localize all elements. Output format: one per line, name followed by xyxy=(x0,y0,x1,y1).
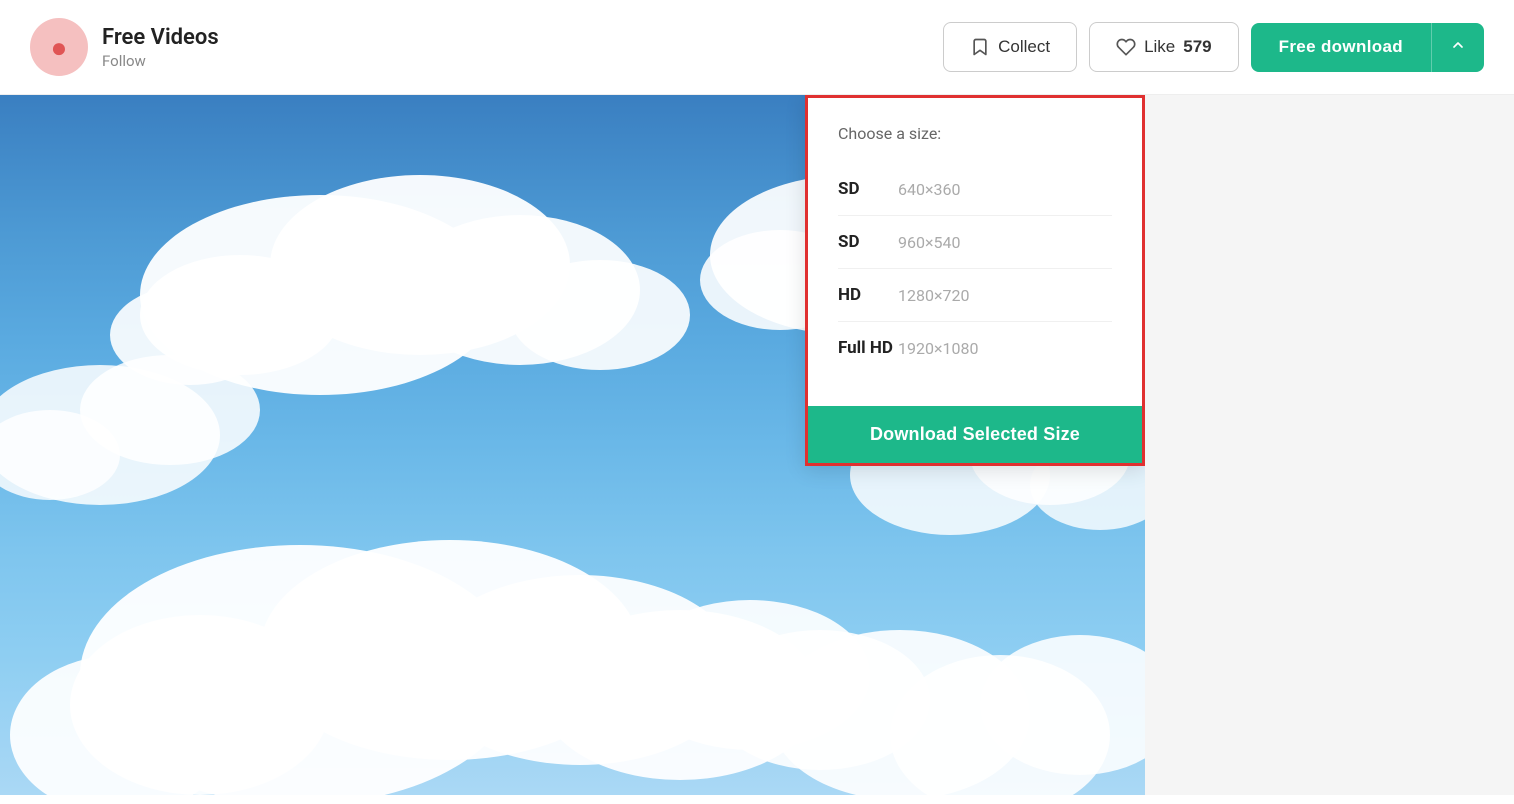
size-option-hd-720[interactable]: HD 1280×720 xyxy=(838,269,1112,321)
heart-icon xyxy=(1116,37,1136,57)
size-option-sd-540[interactable]: SD 960×540 xyxy=(838,216,1112,268)
download-dropdown-arrow-button[interactable] xyxy=(1431,23,1484,72)
size-dropdown-panel: Choose a size: SD 640×360 SD 960×540 HD xyxy=(805,95,1145,466)
size-quality-sd2: SD xyxy=(838,232,898,252)
size-option-fullhd-1080[interactable]: Full HD 1920×1080 xyxy=(838,322,1112,374)
size-quality-sd1: SD xyxy=(838,179,898,199)
collect-label: Collect xyxy=(998,37,1050,57)
choose-size-label: Choose a size: xyxy=(838,124,1112,143)
free-download-button[interactable]: Free download xyxy=(1251,23,1431,72)
user-name: Free Videos xyxy=(102,25,219,50)
size-resolution-fullhd: 1920×1080 xyxy=(898,339,978,358)
user-avatar-icon: ● xyxy=(51,31,68,64)
user-info: ● Free Videos Follow xyxy=(30,18,943,76)
size-quality-fullhd: Full HD xyxy=(838,338,898,358)
main-content: Choose a size: SD 640×360 SD 960×540 HD xyxy=(0,95,1514,795)
header: ● Free Videos Follow Collect Like 579 Fr… xyxy=(0,0,1514,95)
header-actions: Collect Like 579 Free download xyxy=(943,22,1484,72)
size-option-sd-360[interactable]: SD 640×360 xyxy=(838,163,1112,215)
video-area: Choose a size: SD 640×360 SD 960×540 HD xyxy=(0,95,1145,795)
collect-button[interactable]: Collect xyxy=(943,22,1077,72)
chevron-up-icon xyxy=(1450,37,1466,53)
bookmark-icon xyxy=(970,37,990,57)
download-selected-size-button[interactable]: Download Selected Size xyxy=(808,406,1142,463)
size-options: SD 640×360 SD 960×540 HD 1280×720 xyxy=(838,163,1112,374)
size-resolution-sd1: 640×360 xyxy=(898,180,961,199)
dropdown-inner: Choose a size: SD 640×360 SD 960×540 HD xyxy=(808,98,1142,398)
sidebar-area xyxy=(1145,95,1514,795)
avatar: ● xyxy=(30,18,88,76)
size-resolution-hd: 1280×720 xyxy=(898,286,969,305)
like-count: 579 xyxy=(1183,37,1211,57)
like-button[interactable]: Like 579 xyxy=(1089,22,1239,72)
size-resolution-sd2: 960×540 xyxy=(898,233,961,252)
download-group: Free download xyxy=(1251,23,1484,72)
user-text: Free Videos Follow xyxy=(102,25,219,70)
like-label: Like xyxy=(1144,37,1175,57)
follow-label[interactable]: Follow xyxy=(102,52,219,70)
size-quality-hd: HD xyxy=(838,285,898,305)
